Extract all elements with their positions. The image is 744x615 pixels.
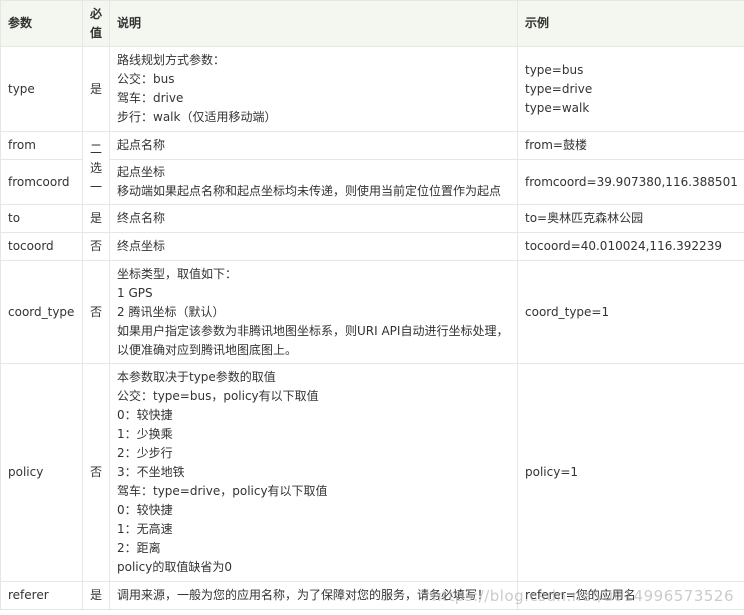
description-line: 2：少步行 xyxy=(117,446,173,460)
param-name: to xyxy=(0,204,83,233)
description-line: 终点名称 xyxy=(117,211,166,225)
description-line: 1：无高速 xyxy=(117,522,173,536)
description-line: 1 GPS xyxy=(117,285,153,300)
header-example: 示例 xyxy=(517,0,744,47)
required-value: 是 xyxy=(82,581,110,610)
description-line: 坐标类型，取值如下： xyxy=(117,266,238,281)
table-row: coord_type 否 坐标类型，取值如下： 1 GPS 2 腾讯坐标（默认）… xyxy=(0,260,744,364)
description-line: 1：少换乘 xyxy=(117,427,173,441)
parameter-table: 参数 必 值 说明 示例 type 是 路线规划方式参数： 公交：bus 驾车：… xyxy=(0,0,744,610)
header-required-char: 值 xyxy=(89,25,102,40)
param-name: policy xyxy=(0,363,83,582)
param-name: type xyxy=(0,46,83,132)
description-line: 终点坐标 xyxy=(117,239,166,253)
header-description: 说明 xyxy=(109,0,518,47)
param-example: type=bus type=drive type=walk xyxy=(517,46,744,132)
param-description: 坐标类型，取值如下： 1 GPS 2 腾讯坐标（默认） 如果用户指定该参数为非腾… xyxy=(109,260,518,364)
example-line: from=鼓楼 xyxy=(525,138,587,152)
required-char: 一 xyxy=(89,179,102,194)
table-row: tocoord 否 终点坐标 tocoord=40.010024,116.392… xyxy=(0,232,744,261)
param-name: tocoord xyxy=(0,232,83,261)
required-char: 选 xyxy=(89,160,102,175)
header-required-char: 必 xyxy=(89,6,102,21)
description-line: 起点坐标 xyxy=(117,165,166,179)
param-example: to=奥林匹克森林公园 xyxy=(517,204,744,233)
header-row: 参数 必 值 说明 示例 xyxy=(0,0,744,47)
param-name: referer xyxy=(0,581,83,610)
description-line: 2 腾讯坐标（默认） xyxy=(117,304,225,319)
param-description: 终点名称 xyxy=(109,204,518,233)
param-example: from=鼓楼 xyxy=(517,131,744,160)
table-row: type 是 路线规划方式参数： 公交：bus 驾车：drive 步行：walk… xyxy=(0,46,744,132)
required-char: 二 xyxy=(89,141,102,156)
example-line: type=walk xyxy=(525,100,590,115)
example-line: policy=1 xyxy=(525,465,579,479)
description-line: 步行：walk（仅适用移动端） xyxy=(117,110,277,124)
param-description: 本参数取决于type参数的取值 公交：type=bus，policy有以下取值 … xyxy=(109,363,518,582)
required-value: 是 xyxy=(82,204,110,233)
param-name: coord_type xyxy=(0,260,83,364)
description-line: 调用来源，一般为您的应用名称，为了保障对您的服务，请务必填写！ xyxy=(117,588,490,602)
header-required: 必 值 xyxy=(82,0,110,47)
description-line: 0：较快捷 xyxy=(117,503,173,517)
description-line: 2：距离 xyxy=(117,541,161,555)
param-name: fromcoord xyxy=(0,159,83,205)
description-line: 如果用户指定该参数为非腾讯地图坐标系，则URI API自动进行坐标处理，以便准确… xyxy=(117,323,509,357)
param-example: coord_type=1 xyxy=(517,260,744,364)
required-value: 是 xyxy=(82,46,110,132)
description-line: 公交：bus xyxy=(117,72,175,86)
example-line: fromcoord=39.907380,116.388501 xyxy=(525,174,738,189)
example-line: coord_type=1 xyxy=(525,304,610,319)
description-line: policy的取值缺省为0 xyxy=(117,560,232,574)
description-line: 移动端如果起点名称和起点坐标均未传递，则使用当前定位位置作为起点 xyxy=(117,184,502,198)
param-example: fromcoord=39.907380,116.388501 xyxy=(517,159,744,205)
description-line: 路线规划方式参数： xyxy=(117,53,226,67)
param-example: tocoord=40.010024,116.392239 xyxy=(517,232,744,261)
table-row: policy 否 本参数取决于type参数的取值 公交：type=bus，pol… xyxy=(0,363,744,582)
table-row: to 是 终点名称 to=奥林匹克森林公园 xyxy=(0,204,744,233)
example-line: type=bus xyxy=(525,62,584,77)
table-row: from 二 选 一 起点名称 from=鼓楼 xyxy=(0,131,744,205)
description-line: 0：较快捷 xyxy=(117,408,173,422)
param-example: referer=您的应用名 xyxy=(517,581,744,610)
param-description: 起点坐标 移动端如果起点名称和起点坐标均未传递，则使用当前定位位置作为起点 xyxy=(109,159,518,205)
table-row: referer 是 调用来源，一般为您的应用名称，为了保障对您的服务，请务必填写… xyxy=(0,581,744,610)
example-line: type=drive xyxy=(525,81,593,96)
required-value: 否 xyxy=(82,363,110,582)
description-line: 起点名称 xyxy=(117,138,166,152)
required-value: 二 选 一 xyxy=(82,131,110,205)
example-line: referer=您的应用名 xyxy=(525,588,636,602)
table-row: fromcoord 起点坐标 移动端如果起点名称和起点坐标均未传递，则使用当前定… xyxy=(0,159,744,205)
header-param: 参数 xyxy=(0,0,83,47)
description-line: 驾车：type=drive，policy有以下取值 xyxy=(117,484,328,498)
required-value: 否 xyxy=(82,260,110,364)
example-line: tocoord=40.010024,116.392239 xyxy=(525,239,722,253)
param-description: 终点坐标 xyxy=(109,232,518,261)
description-line: 3：不坐地铁 xyxy=(117,465,185,479)
param-description: 路线规划方式参数： 公交：bus 驾车：drive 步行：walk（仅适用移动端… xyxy=(109,46,518,132)
required-value: 否 xyxy=(82,232,110,261)
param-description: 起点名称 xyxy=(109,131,518,160)
param-description: 调用来源，一般为您的应用名称，为了保障对您的服务，请务必填写！ xyxy=(109,581,518,610)
description-line: 驾车：drive xyxy=(117,91,184,105)
description-line: 公交：type=bus，policy有以下取值 xyxy=(117,389,319,403)
description-line: 本参数取决于type参数的取值 xyxy=(117,370,276,384)
param-example: policy=1 xyxy=(517,363,744,582)
example-line: to=奥林匹克森林公园 xyxy=(525,211,644,225)
param-name: from xyxy=(0,131,83,160)
